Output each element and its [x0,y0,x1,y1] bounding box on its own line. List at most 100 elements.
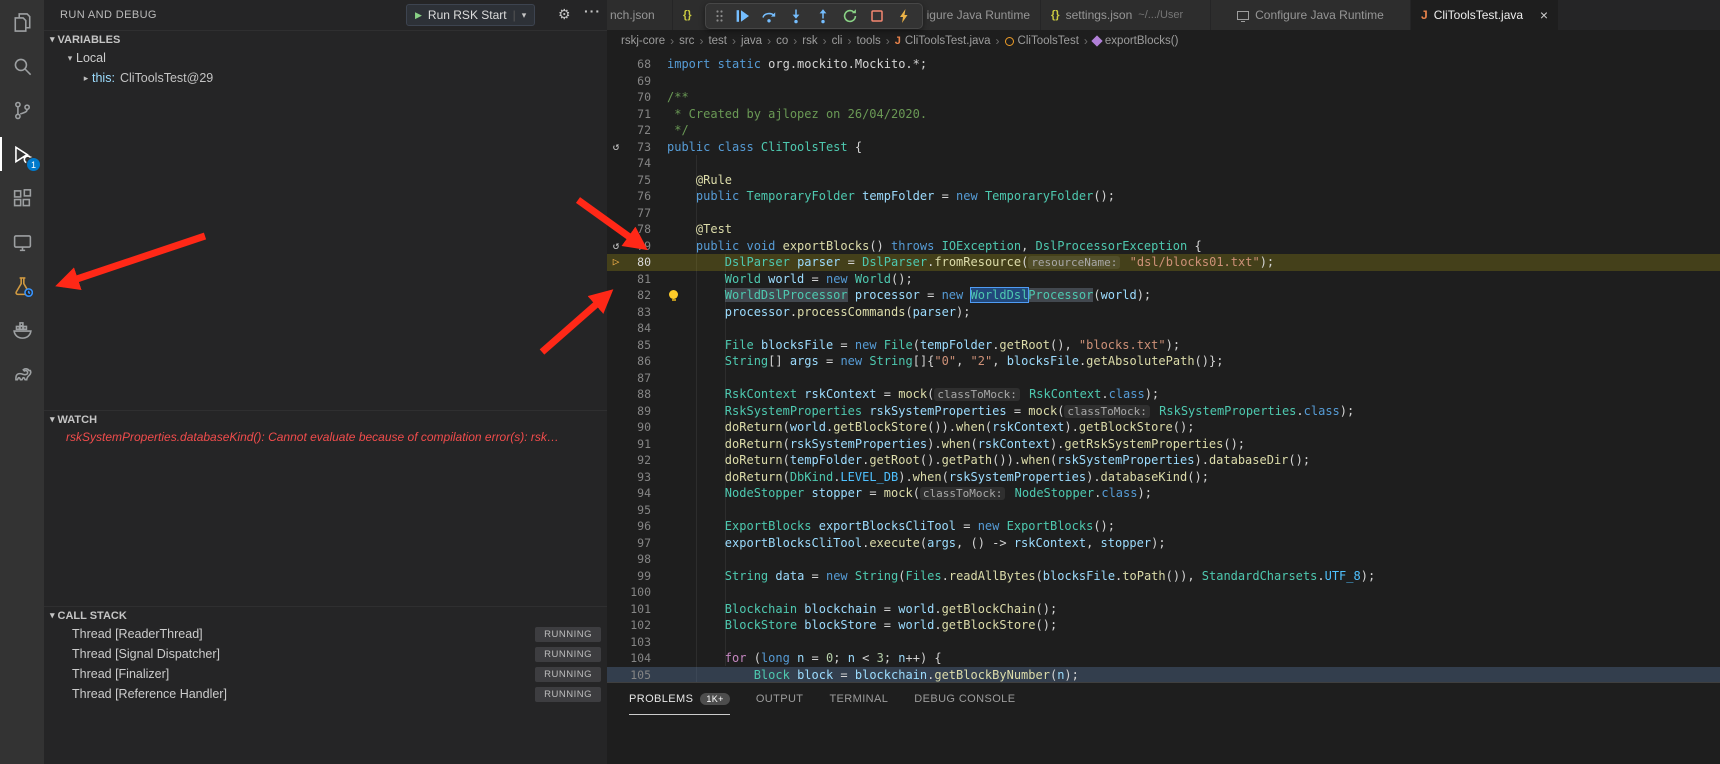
thread-row[interactable]: Thread [Reference Handler]RUNNING [44,684,607,704]
breakpoint-gutter[interactable] [607,370,625,387]
breakpoint-gutter[interactable] [607,436,625,453]
thread-row[interactable]: Thread [Signal Dispatcher]RUNNING [44,644,607,664]
code-line-103: 103 [607,634,1720,651]
breakpoint-gutter[interactable] [607,205,625,222]
breakpoint-gutter[interactable] [607,337,625,354]
chevron-down-icon[interactable]: ▾ [522,10,527,21]
line-number: 81 [625,271,651,288]
panel-tab-problems[interactable]: PROBLEMS1K+ [629,683,730,715]
breakpoint-gutter[interactable] [607,518,625,535]
breadcrumb-item-clitoolstest[interactable]: CliToolsTest [1005,35,1079,47]
breakpoint-gutter[interactable] [607,89,625,106]
close-icon[interactable]: × [1540,8,1548,22]
gradle-icon[interactable] [0,352,44,396]
testing-flask-icon[interactable] [0,264,44,308]
drag-grip-icon[interactable] [715,8,724,24]
breakpoint-gutter[interactable] [607,155,625,172]
search-icon[interactable] [0,44,44,88]
breadcrumb-item-test[interactable]: test [708,35,727,47]
breakpoint-gutter[interactable] [607,667,625,683]
breadcrumb-item-rskj-core[interactable]: rskj-core [621,35,665,47]
stack-frame-indicator[interactable]: ↺ [607,238,625,255]
breakpoint-gutter[interactable] [607,650,625,667]
line-number: 88 [625,386,651,403]
docker-icon[interactable] [0,308,44,352]
panel-tab-debug-console[interactable]: DEBUG CONSOLE [914,683,1015,715]
stop-button[interactable] [868,7,886,25]
breakpoint-gutter[interactable] [607,452,625,469]
breadcrumb-item-cli[interactable]: cli [832,35,843,47]
breakpoint-gutter[interactable] [607,502,625,519]
breakpoint-gutter[interactable] [607,551,625,568]
explorer-icon[interactable] [0,0,44,44]
breakpoint-gutter[interactable] [607,304,625,321]
breadcrumb-item-co[interactable]: co [776,35,788,47]
breakpoint-gutter[interactable] [607,122,625,139]
breakpoint-gutter[interactable] [607,617,625,634]
tab-nch-json[interactable]: nch.json [607,0,673,30]
stack-frame-indicator[interactable]: ↺ [607,139,625,156]
hot-code-replace-button[interactable] [895,7,913,25]
breakpoint-gutter[interactable] [607,403,625,420]
panel-tab-output[interactable]: OUTPUT [756,683,804,715]
code-editor[interactable]: 68import static org.mockito.Mockito.*;69… [607,52,1720,682]
settings-gear-icon[interactable]: ⚙ [558,6,571,23]
breadcrumb-item-exportblocks-[interactable]: exportBlocks() [1093,35,1179,47]
run-and-debug-icon[interactable]: 1 [0,132,44,176]
variables-section-header[interactable]: ▾ VARIABLES [44,30,607,48]
breakpoint-gutter[interactable] [607,287,625,304]
restart-button[interactable] [841,7,859,25]
breakpoint-gutter[interactable] [607,419,625,436]
breadcrumb-item-rsk[interactable]: rsk [802,35,817,47]
breakpoint-gutter[interactable] [607,485,625,502]
thread-row[interactable]: Thread [Finalizer]RUNNING [44,664,607,684]
call-stack-section-header[interactable]: ▾ CALL STACK [44,606,607,624]
more-actions-icon[interactable]: ··· [584,3,601,19]
source-control-icon[interactable] [0,88,44,132]
thread-row[interactable]: Thread [ReaderThread]RUNNING [44,624,607,644]
breadcrumb-item-java[interactable]: java [741,35,762,47]
breadcrumb-item-src[interactable]: src [679,35,694,47]
tab-settings-json[interactable]: settings.json~/.../User [1041,0,1211,30]
breakpoint-gutter[interactable] [607,73,625,90]
line-text: @Rule [667,172,732,189]
variables-scope-local[interactable]: ▾ Local [44,48,607,68]
panel-tab-terminal[interactable]: TERMINAL [829,683,888,715]
breakpoint-gutter[interactable] [607,106,625,123]
tab-configure-java-runtime[interactable]: Configure Java Runtime [1211,0,1411,30]
extensions-icon[interactable] [0,176,44,220]
breakpoint-gutter[interactable] [607,188,625,205]
remote-explorer-icon[interactable] [0,220,44,264]
breakpoint-gutter[interactable] [607,568,625,585]
lightbulb-icon[interactable] [669,290,678,299]
variable-row-this[interactable]: ▸this:CliToolsTest@29 [44,68,607,88]
breakpoint-gutter[interactable] [607,221,625,238]
breadcrumb-item-tools[interactable]: tools [856,35,880,47]
code-line-78: 78 @Test [607,221,1720,238]
watch-expression[interactable]: rskSystemProperties.databaseKind(): Cann… [44,428,607,446]
tab-clitoolstest-java[interactable]: CliToolsTest.java× [1411,0,1559,30]
breakpoint-gutter[interactable] [607,386,625,403]
step-out-button[interactable] [814,7,832,25]
breakpoint-gutter[interactable] [607,535,625,552]
breakpoint-gutter[interactable] [607,584,625,601]
code-line-76: 76 public TemporaryFolder tempFolder = n… [607,188,1720,205]
breakpoint-gutter[interactable] [607,601,625,618]
breadcrumb-item-clitoolstest-java[interactable]: CliToolsTest.java [895,35,991,47]
breakpoint-gutter[interactable] [607,56,625,73]
breakpoint-gutter[interactable] [607,634,625,651]
breakpoint-gutter[interactable] [607,469,625,486]
breadcrumb-separator: › [823,34,827,48]
breakpoint-gutter[interactable] [607,320,625,337]
watch-section-header[interactable]: ▾ WATCH [44,410,607,428]
line-number: 92 [625,452,651,469]
run-config-dropdown[interactable]: ▶ Run RSK Start | ▾ [406,4,535,26]
step-over-button[interactable] [760,7,778,25]
breakpoint-gutter[interactable] [607,353,625,370]
breakpoint-gutter[interactable] [607,271,625,288]
debug-current-line-arrow[interactable]: ▷ [607,254,625,271]
continue-button[interactable] [733,7,751,25]
variable-value: CliToolsTest@29 [120,71,213,85]
breakpoint-gutter[interactable] [607,172,625,189]
step-into-button[interactable] [787,7,805,25]
